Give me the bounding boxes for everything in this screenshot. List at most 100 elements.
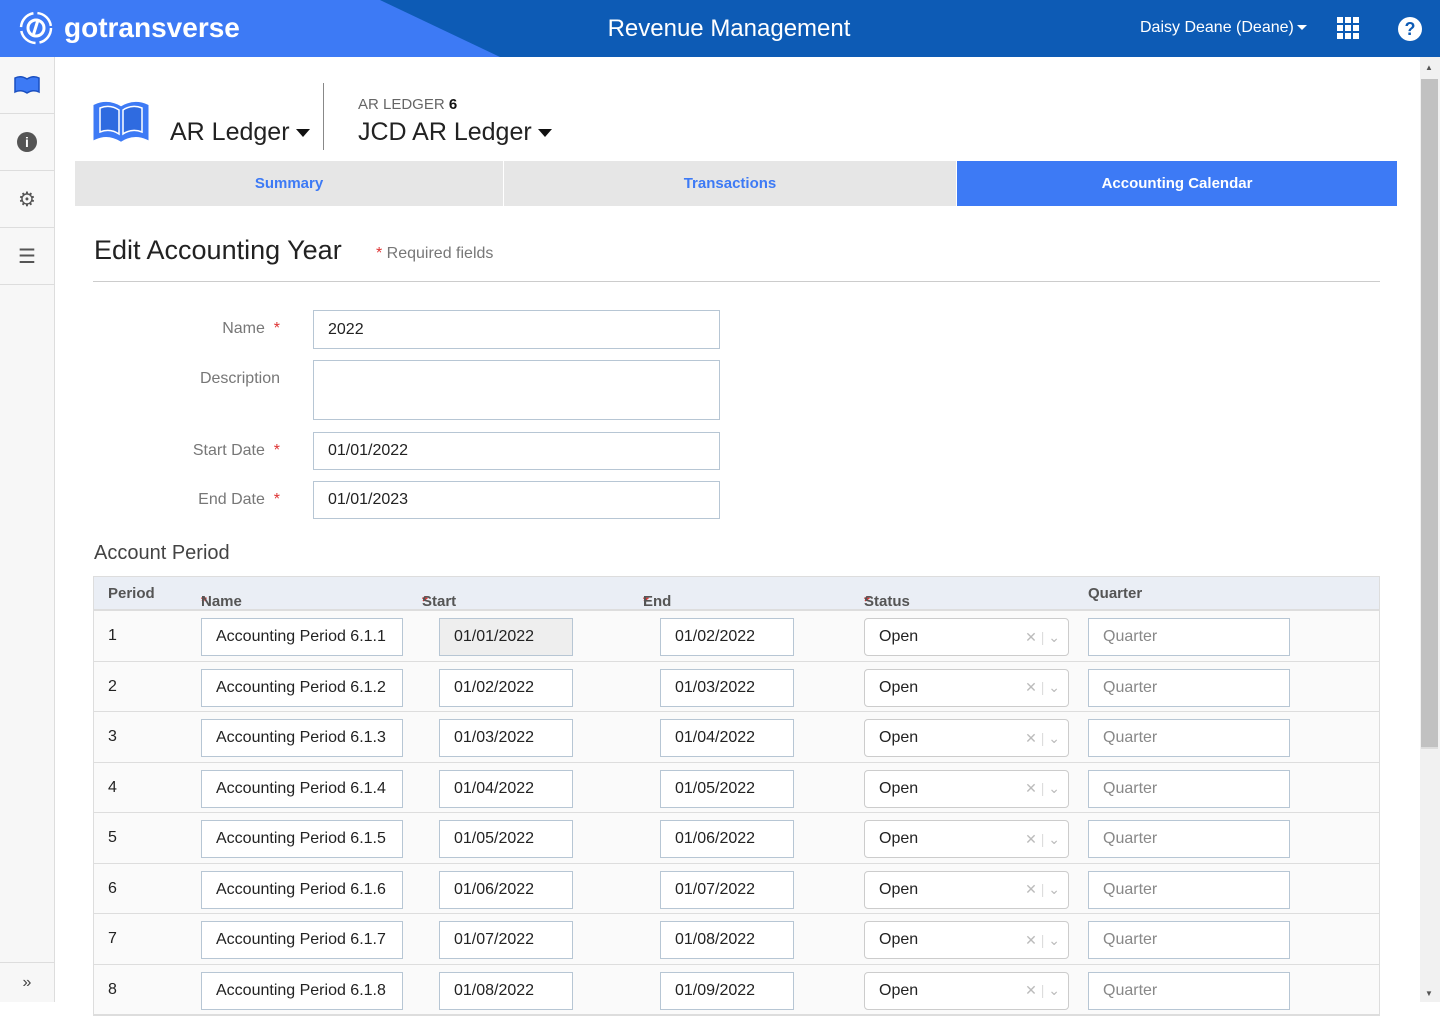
clear-icon[interactable]: ✕ [1025,629,1037,645]
table-row: 4 Accounting Period 6.1.4 01/04/2022 01/… [94,762,1379,813]
status-select[interactable]: Open ✕ | ⌄ [864,668,1069,707]
ledger-large-icon [92,100,150,147]
caret-down-icon [1296,25,1307,31]
chevron-down-icon[interactable]: ⌄ [1048,881,1060,897]
period-name-input[interactable]: Accounting Period 6.1.1 [201,618,403,656]
period-start-date-input[interactable]: 01/04/2022 [439,769,573,808]
account-period-title: Account Period [94,542,230,564]
quarter-input[interactable]: Quarter [1088,769,1290,808]
period-end-date-input[interactable]: 01/03/2022 [660,668,794,707]
table-row: 7 Accounting Period 6.1.7 01/07/2022 01/… [94,914,1379,965]
clear-icon[interactable]: ✕ [1025,881,1037,897]
scrollbar[interactable]: ▲ ▼ [1420,57,1440,1002]
account-period-table: Period * Name * Start Date * End Date * … [93,576,1380,1016]
status-value: Open [879,880,919,898]
clear-icon[interactable]: ✕ [1025,679,1037,695]
status-select[interactable]: Open ✕ | ⌄ [864,618,1069,656]
sidebar-item-settings[interactable]: ⚙ [0,171,54,228]
chevron-down-icon[interactable]: ⌄ [1048,679,1060,695]
period-end-date-input[interactable]: 01/04/2022 [660,719,794,757]
period-start-date-input[interactable]: 01/02/2022 [439,668,573,707]
quarter-input[interactable]: Quarter [1088,668,1290,707]
user-menu[interactable]: Daisy Deane (Deane) [1140,19,1307,37]
period-name-input[interactable]: Accounting Period 6.1.6 [201,870,403,909]
divider [323,83,324,150]
period-name-input[interactable]: Accounting Period 6.1.3 [201,719,403,757]
quarter-input[interactable]: Quarter [1088,719,1290,757]
clear-icon[interactable]: ✕ [1025,982,1037,998]
period-end-date-input[interactable]: 01/09/2022 [660,971,794,1010]
table-header: Period * Name * Start Date * End Date * … [94,577,1379,627]
tab-transactions[interactable]: Transactions [504,161,957,206]
period-start-date-input[interactable]: 01/06/2022 [439,870,573,909]
table-row: 2 Accounting Period 6.1.2 01/02/2022 01/… [94,661,1379,712]
name-label: Name * [222,320,280,337]
col-period: Period [108,585,155,602]
period-name-input[interactable]: Accounting Period 6.1.8 [201,971,403,1010]
period-end-date-input[interactable]: 01/08/2022 [660,921,794,959]
table-row: 1 Accounting Period 6.1.1 01/01/2022 01/… [94,611,1379,662]
period-start-date-input[interactable]: 01/07/2022 [439,921,573,959]
period-end-date-input[interactable]: 01/06/2022 [660,820,794,858]
quarter-input[interactable]: Quarter [1088,971,1290,1010]
period-number: 8 [108,980,117,998]
sidebar: i ⚙ ☰ » [0,57,55,1002]
apps-grid-icon[interactable] [1337,17,1359,39]
start-date-input[interactable]: 01/01/2022 [313,432,720,470]
clear-icon[interactable]: ✕ [1025,780,1037,796]
chevron-down-icon[interactable]: ⌄ [1048,730,1060,746]
status-select[interactable]: Open ✕ | ⌄ [864,870,1069,909]
description-label: Description [199,370,280,387]
status-select[interactable]: Open ✕ | ⌄ [864,971,1069,1010]
quarter-input[interactable]: Quarter [1088,921,1290,959]
status-select[interactable]: Open ✕ | ⌄ [864,769,1069,808]
period-name-input[interactable]: Accounting Period 6.1.7 [201,921,403,959]
period-start-date-input[interactable]: 01/01/2022 [439,618,573,656]
status-select[interactable]: Open ✕ | ⌄ [864,719,1069,757]
table-row: 8 Accounting Period 6.1.8 01/08/2022 01/… [94,964,1379,1015]
period-name-input[interactable]: Accounting Period 6.1.4 [201,769,403,808]
description-input[interactable] [313,360,720,420]
period-number: 6 [108,879,117,897]
clear-icon[interactable]: ✕ [1025,932,1037,948]
status-select[interactable]: Open ✕ | ⌄ [864,921,1069,959]
chevron-down-icon[interactable]: ⌄ [1048,982,1060,998]
list-icon: ☰ [18,245,36,268]
quarter-input[interactable]: Quarter [1088,870,1290,909]
chevron-down-icon[interactable]: ⌄ [1048,831,1060,847]
period-start-date-input[interactable]: 01/05/2022 [439,820,573,858]
record-label: JCD AR Ledger [358,118,532,146]
period-number: 2 [108,677,117,695]
name-input[interactable]: 2022 [313,310,720,349]
tab-accounting-calendar[interactable]: Accounting Calendar [957,161,1398,206]
chevron-down-icon[interactable]: ⌄ [1048,780,1060,796]
status-value: Open [879,981,919,999]
status-select[interactable]: Open ✕ | ⌄ [864,820,1069,858]
sidebar-item-ledger[interactable] [0,57,54,114]
help-icon[interactable]: ? [1398,17,1422,41]
period-end-date-input[interactable]: 01/07/2022 [660,870,794,909]
period-start-date-input[interactable]: 01/03/2022 [439,719,573,757]
record-dropdown[interactable]: JCD AR Ledger [358,118,552,147]
period-name-input[interactable]: Accounting Period 6.1.5 [201,820,403,858]
sidebar-item-list[interactable]: ☰ [0,228,54,285]
chevron-down-icon[interactable]: ⌄ [1048,629,1060,645]
scrollbar-thumb[interactable] [1421,79,1438,749]
period-start-date-input[interactable]: 01/08/2022 [439,971,573,1010]
section-dropdown[interactable]: AR Ledger [170,118,310,147]
expand-sidebar-button[interactable]: » [0,962,54,1002]
period-name-input[interactable]: Accounting Period 6.1.2 [201,668,403,707]
period-end-date-input[interactable]: 01/05/2022 [660,769,794,808]
clear-icon[interactable]: ✕ [1025,730,1037,746]
quarter-input[interactable]: Quarter [1088,820,1290,858]
page-title: Edit Accounting Year [94,235,342,265]
book-icon [14,75,40,94]
clear-icon[interactable]: ✕ [1025,831,1037,847]
period-end-date-input[interactable]: 01/02/2022 [660,618,794,656]
sidebar-item-info[interactable]: i [0,114,54,171]
chevron-down-icon[interactable]: ⌄ [1048,932,1060,948]
quarter-input[interactable]: Quarter [1088,618,1290,656]
tab-summary[interactable]: Summary [75,161,504,206]
end-date-input[interactable]: 01/01/2023 [313,481,720,519]
period-number: 7 [108,930,117,947]
